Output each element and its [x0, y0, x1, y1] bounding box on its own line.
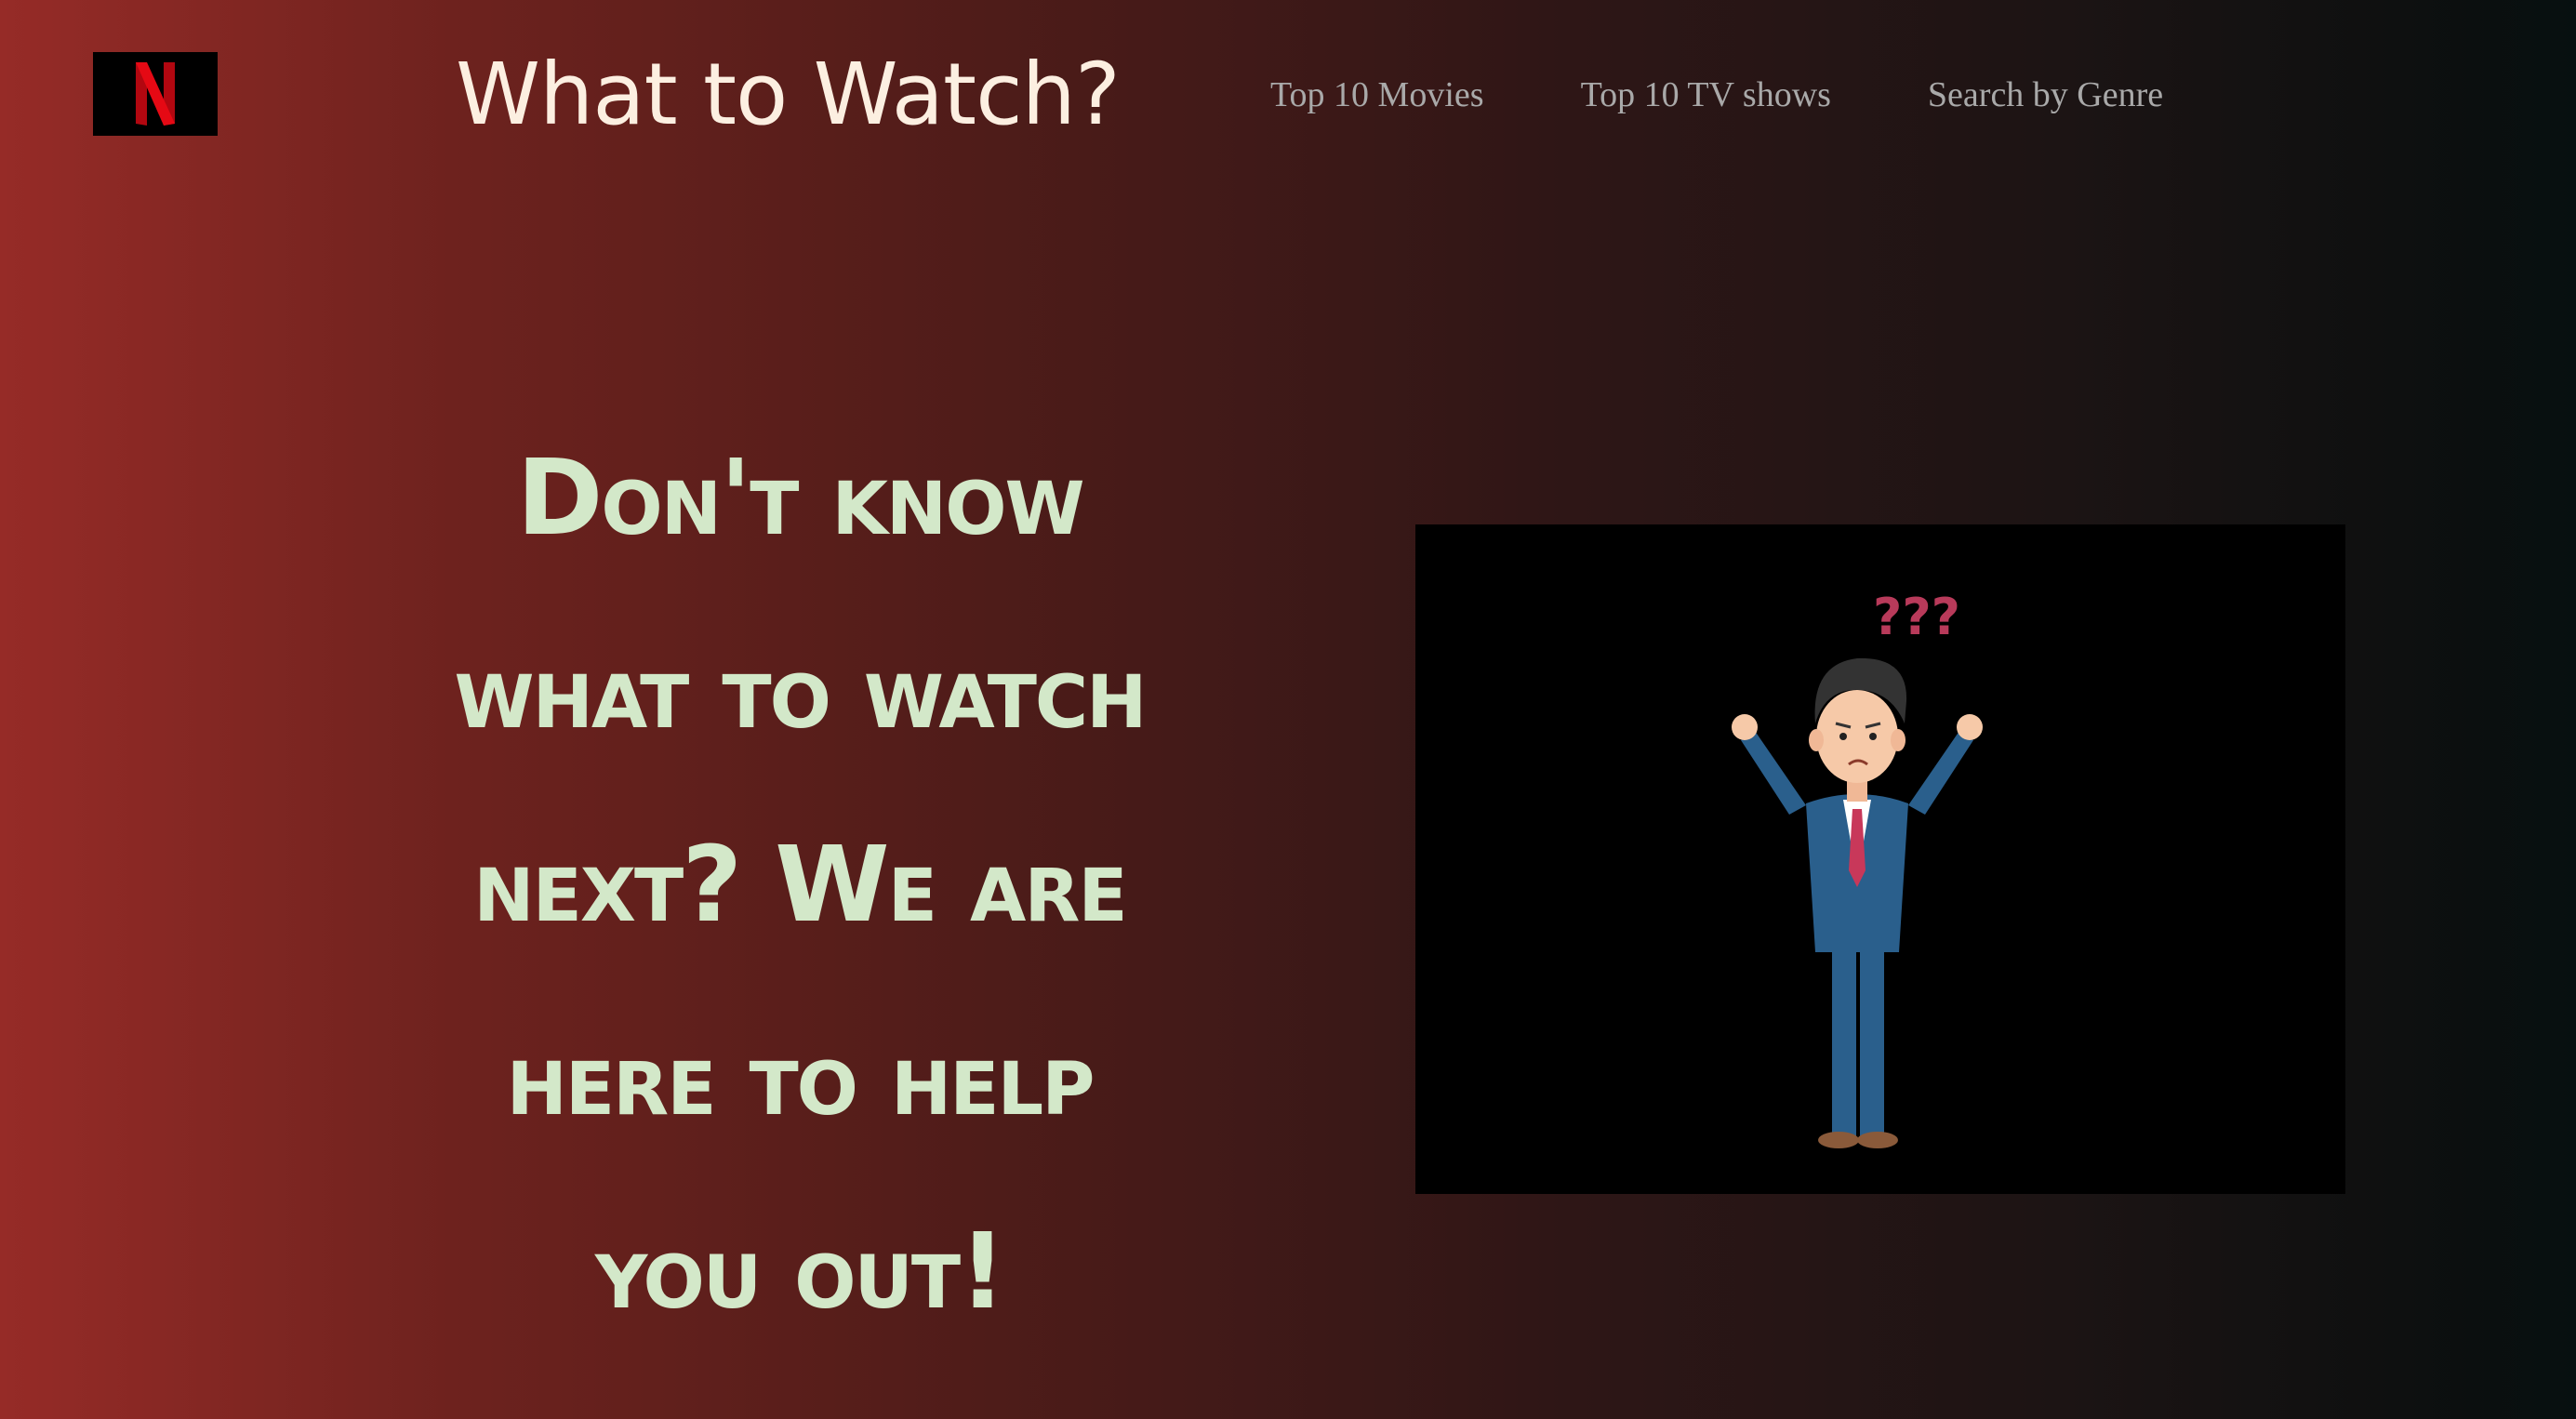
nav-link-top-10-movies[interactable]: Top 10 Movies	[1270, 69, 1484, 121]
netflix-n-icon	[136, 62, 175, 126]
nav-link-top-10-tv-shows[interactable]: Top 10 TV shows	[1581, 69, 1831, 121]
hero-line: next? We are	[473, 825, 1127, 946]
hero-line: you out!	[594, 1212, 1006, 1333]
hero-line: Don't know	[516, 438, 1084, 559]
confused-man-figure: ???	[1732, 588, 1983, 1148]
netflix-logo[interactable]	[93, 52, 218, 136]
hero-line: here to help	[506, 1018, 1095, 1139]
site-title: What to Watch?	[456, 45, 1121, 144]
hero-heading: Don't know what to watch next? We are he…	[316, 402, 1283, 1369]
question-marks: ???	[1873, 588, 1960, 646]
hero-line: what to watch	[454, 631, 1148, 752]
nav-link-search-by-genre[interactable]: Search by Genre	[1928, 69, 2163, 121]
main-nav: Top 10 Movies Top 10 TV shows Search by …	[1270, 69, 2163, 121]
confused-man-illustration: ???	[1415, 524, 2345, 1194]
